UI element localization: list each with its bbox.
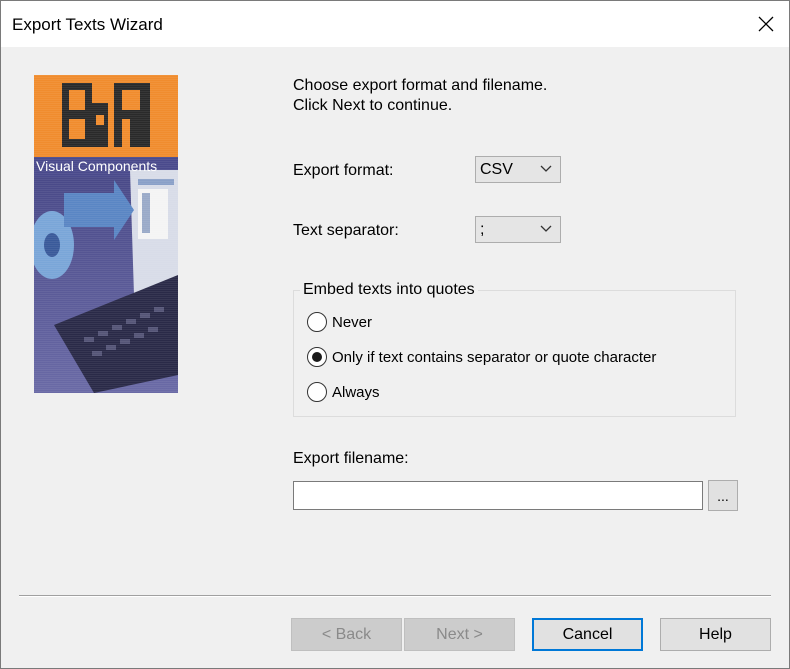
export-filename-label: Export filename: bbox=[293, 450, 409, 467]
radio-label: Only if text contains separator or quote… bbox=[332, 348, 657, 366]
footer-separator bbox=[19, 595, 771, 597]
export-format-value: CSV bbox=[480, 160, 513, 178]
radio-button[interactable] bbox=[307, 312, 327, 332]
radio-never[interactable]: Never bbox=[307, 312, 372, 332]
banner-caption: Visual Components bbox=[36, 158, 158, 174]
window-title: Export Texts Wizard bbox=[12, 15, 163, 34]
help-button[interactable]: Help bbox=[660, 618, 771, 651]
intro-line-2: Click Next to continue. bbox=[293, 97, 453, 114]
text-separator-value: ; bbox=[480, 220, 485, 238]
back-button[interactable]: < Back bbox=[291, 618, 402, 651]
export-filename-input[interactable] bbox=[293, 481, 703, 510]
radio-always[interactable]: Always bbox=[307, 382, 380, 402]
intro-line-1: Choose export format and filename. bbox=[293, 77, 548, 94]
radio-button[interactable] bbox=[307, 382, 327, 402]
text-separator-dropdown[interactable]: ; bbox=[475, 216, 561, 243]
chevron-down-icon bbox=[540, 225, 552, 232]
text-separator-label: Text separator: bbox=[293, 222, 399, 239]
export-format-dropdown[interactable]: CSV bbox=[475, 156, 561, 183]
export-format-label: Export format: bbox=[293, 162, 394, 179]
close-button[interactable] bbox=[743, 1, 789, 47]
radio-button-selected[interactable] bbox=[307, 347, 327, 367]
radio-label: Never bbox=[332, 313, 373, 331]
cancel-button[interactable]: Cancel bbox=[532, 618, 643, 651]
embed-quotes-title: Embed texts into quotes bbox=[300, 281, 478, 299]
close-icon bbox=[758, 16, 774, 32]
next-button[interactable]: Next > bbox=[404, 618, 515, 651]
radio-selected-dot bbox=[312, 352, 322, 362]
title-bar: Export Texts Wizard bbox=[1, 1, 789, 47]
radio-label: Always bbox=[332, 383, 380, 401]
browse-button[interactable]: ... bbox=[708, 480, 738, 511]
radio-only-if-separator[interactable]: Only if text contains separator or quote… bbox=[307, 347, 656, 367]
wizard-banner-image: Visual Components bbox=[34, 75, 178, 393]
export-texts-wizard-window: Export Texts Wizard Visual Components Ch… bbox=[0, 0, 790, 669]
chevron-down-icon bbox=[540, 165, 552, 172]
